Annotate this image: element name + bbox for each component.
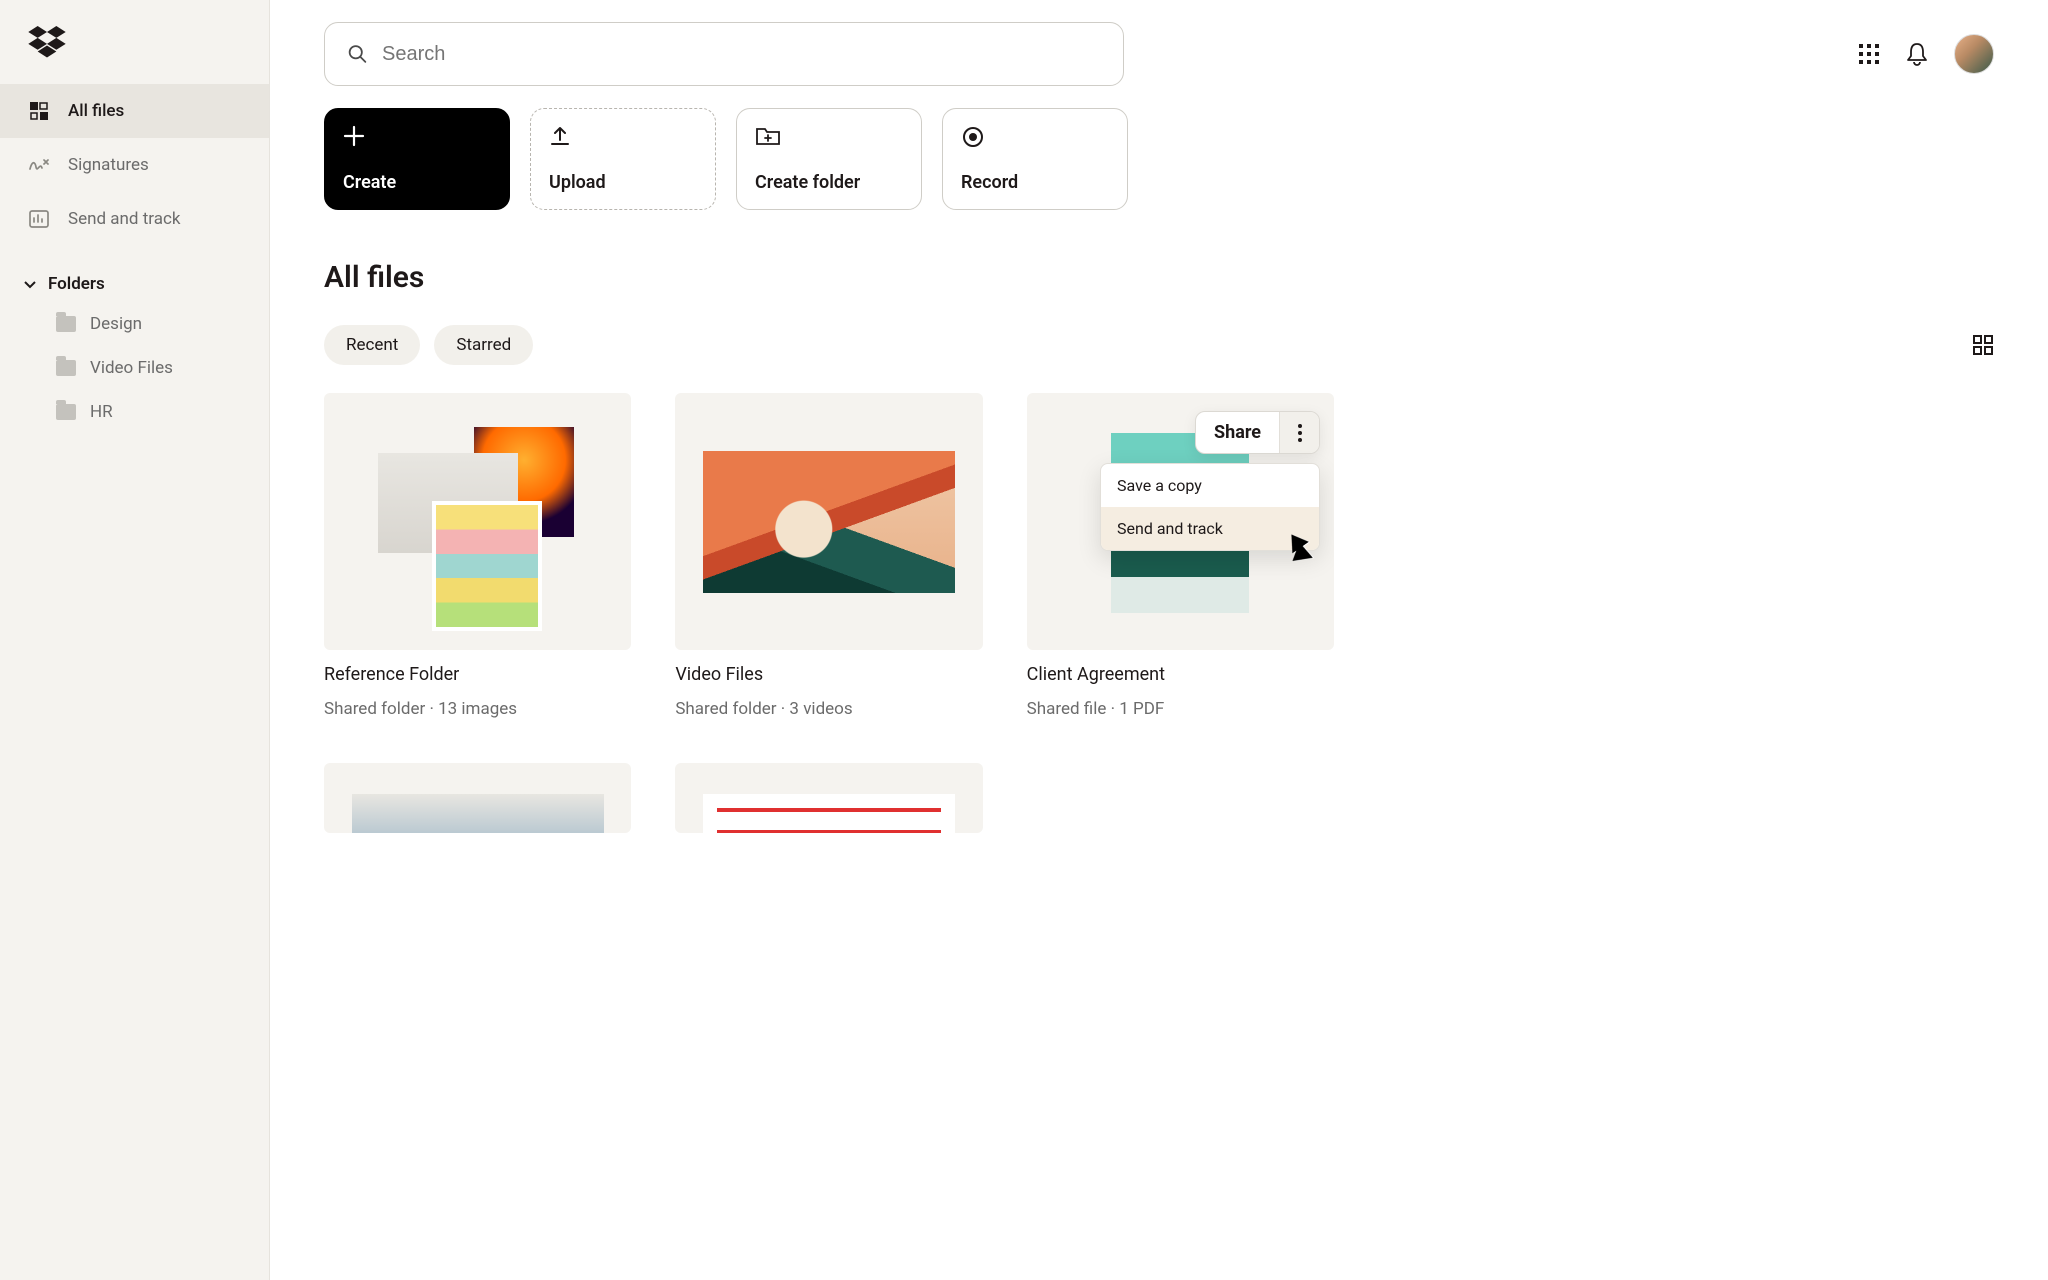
app-logo[interactable] <box>0 0 269 84</box>
file-thumbnail <box>324 763 631 833</box>
nav-item-label: Send and track <box>68 209 181 229</box>
nav-item-label: All files <box>68 101 124 121</box>
action-label: Upload <box>549 172 697 193</box>
sidebar: All files Signatures Send and track Fold… <box>0 0 270 1280</box>
menu-item-save-copy[interactable]: Save a copy <box>1101 464 1319 507</box>
upload-button[interactable]: Upload <box>530 108 716 210</box>
top-bar <box>324 22 1994 86</box>
action-bar: Create Upload Create folder Record <box>324 108 1994 210</box>
action-label: Create <box>343 172 491 193</box>
create-folder-button[interactable]: Create folder <box>736 108 922 210</box>
folder-icon <box>56 316 76 332</box>
record-icon <box>961 125 1109 155</box>
folder-icon <box>56 404 76 420</box>
file-card-client-agreement[interactable]: Client Agreement Share Save a copy Send … <box>1027 393 1334 719</box>
file-subtitle: Shared file · 1 PDF <box>1027 699 1334 719</box>
all-files-icon <box>28 102 50 120</box>
file-thumbnail <box>675 393 982 650</box>
action-label: Record <box>961 172 1109 193</box>
user-avatar[interactable] <box>1954 34 1994 74</box>
send-and-track-icon <box>28 210 50 228</box>
folders-heading[interactable]: Folders <box>0 246 269 302</box>
nav-item-send-and-track[interactable]: Send and track <box>0 192 269 246</box>
folder-label: Video Files <box>90 358 173 378</box>
folders-heading-label: Folders <box>48 274 105 294</box>
new-folder-icon <box>755 125 903 155</box>
plus-icon <box>343 125 491 155</box>
file-card-video-files[interactable]: Video Files Shared folder · 3 videos <box>675 393 982 719</box>
action-label: Create folder <box>755 172 903 193</box>
main-content: Create Upload Create folder Record All f… <box>270 0 2048 1280</box>
file-subtitle: Shared folder · 13 images <box>324 699 631 719</box>
share-button[interactable]: Share <box>1195 411 1320 454</box>
folder-label: HR <box>90 402 113 422</box>
file-card-partial-2[interactable] <box>675 763 982 833</box>
file-title: Client Agreement <box>1027 664 1334 685</box>
page-title: All files <box>324 260 1994 295</box>
folder-item-design[interactable]: Design <box>0 302 269 346</box>
apps-grid-icon[interactable] <box>1858 43 1880 65</box>
file-grid: Reference Folder Shared folder · 13 imag… <box>324 393 1334 833</box>
filter-starred[interactable]: Starred <box>434 325 533 365</box>
grid-view-icon[interactable] <box>1972 334 1994 356</box>
search-field[interactable] <box>324 22 1124 86</box>
folder-icon <box>56 360 76 376</box>
notifications-icon[interactable] <box>1906 42 1928 66</box>
file-card-partial-1[interactable] <box>324 763 631 833</box>
folder-item-hr[interactable]: HR <box>0 390 269 434</box>
nav-item-label: Signatures <box>68 155 149 175</box>
share-label: Share <box>1196 412 1279 453</box>
search-icon <box>347 43 368 65</box>
folder-label: Design <box>90 314 142 334</box>
chevron-down-icon <box>22 276 38 292</box>
nav-item-signatures[interactable]: Signatures <box>0 138 269 192</box>
signatures-icon <box>28 156 50 174</box>
file-thumbnail <box>675 763 982 833</box>
record-button[interactable]: Record <box>942 108 1128 210</box>
upload-icon <box>549 125 697 155</box>
folder-item-video-files[interactable]: Video Files <box>0 346 269 390</box>
search-input[interactable] <box>382 43 1101 66</box>
filter-recent[interactable]: Recent <box>324 325 420 365</box>
filters-row: Recent Starred <box>324 325 1994 365</box>
file-thumbnail: Client Agreement Share Save a copy Send … <box>1027 393 1334 650</box>
dropbox-icon <box>28 26 66 60</box>
file-card-reference-folder[interactable]: Reference Folder Shared folder · 13 imag… <box>324 393 631 719</box>
file-subtitle: Shared folder · 3 videos <box>675 699 982 719</box>
file-thumbnail <box>324 393 631 650</box>
file-title: Video Files <box>675 664 982 685</box>
file-title: Reference Folder <box>324 664 631 685</box>
primary-nav: All files Signatures Send and track <box>0 84 269 246</box>
more-options-icon[interactable] <box>1279 412 1319 453</box>
create-button[interactable]: Create <box>324 108 510 210</box>
nav-item-all-files[interactable]: All files <box>0 84 269 138</box>
